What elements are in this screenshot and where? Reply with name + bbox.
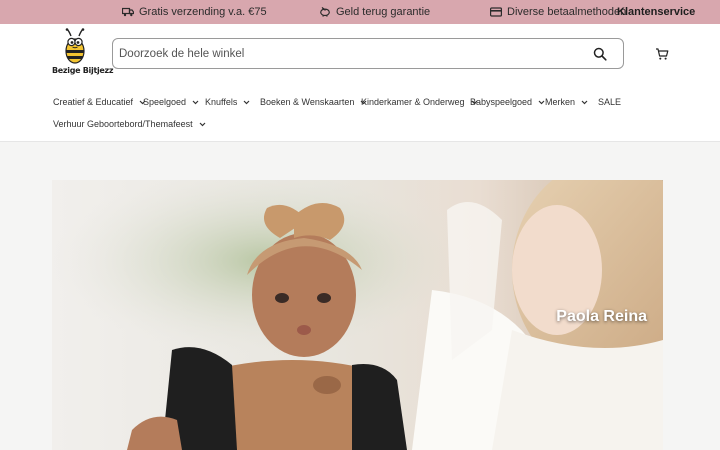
nav-item-verhuur[interactable]: Verhuur Geboortebord/Themafeest [53,118,206,130]
nav-item-boeken-wenskaarten[interactable]: Boeken & Wenskaarten [260,96,367,108]
site-header: Bezige Bijtjezz Creatief & Educatief Spe… [0,24,720,142]
nav-item-merken[interactable]: Merken [545,96,588,108]
nav-item-creatief-educatief[interactable]: Creatief & Educatief [53,96,146,108]
chevron-down-icon [192,100,199,104]
nav-item-label: Speelgoed [143,97,187,107]
nav-item-babyspeelgoed[interactable]: Babyspeelgoed [470,96,545,108]
usp-label: Gratis verzending v.a. €75 [139,6,267,18]
nav-item-label: Creatief & Educatief [53,97,134,107]
logo[interactable]: Bezige Bijtjezz [50,28,114,80]
chevron-down-icon [243,100,250,104]
usp-label: Diverse betaalmethoden [507,6,627,18]
piggy-bank-icon [319,7,331,17]
usp-guarantee: Geld terug garantie [319,0,430,24]
hero-caption: Paola Reina [556,308,647,325]
chevron-down-icon [199,122,206,126]
usp-shipping: Gratis verzending v.a. €75 [122,0,267,24]
cart-icon[interactable] [655,47,669,61]
usp-label: Geld terug garantie [336,6,431,18]
nav-item-label: SALE [598,97,622,107]
nav-item-label: Verhuur Geboortebord/Themafeest [53,119,193,129]
nav-item-label: Merken [545,97,576,107]
truck-icon [122,7,134,17]
nav-item-sale[interactable]: SALE [598,96,621,108]
search-icon[interactable] [593,47,607,61]
usp-bar: Gratis verzending v.a. €75 Geld terug ga… [0,0,720,24]
logo-wordmark: Bezige Bijtjezz [52,66,114,75]
credit-card-icon [490,7,502,17]
customer-service-link[interactable]: Klantenservice [617,0,695,24]
nav-item-kinderkamer-onderweg[interactable]: Kinderkamer & Onderweg [361,96,478,108]
nav-item-speelgoed[interactable]: Speelgoed [143,96,199,108]
hero-banner[interactable]: Paola Reina [52,180,663,450]
chevron-down-icon [581,100,588,104]
bee-logo-icon [65,28,85,64]
nav-item-label: Boeken & Wenskaarten [260,97,355,107]
usp-payment: Diverse betaalmethoden [490,0,626,24]
nav-item-knuffels[interactable]: Knuffels [205,96,250,108]
chevron-down-icon [538,100,545,104]
nav-item-label: Kinderkamer & Onderweg [361,97,465,107]
nav-item-label: Knuffels [205,97,238,107]
search-bar [112,38,624,69]
search-input[interactable] [119,39,579,68]
nav-item-label: Babyspeelgoed [470,97,533,107]
